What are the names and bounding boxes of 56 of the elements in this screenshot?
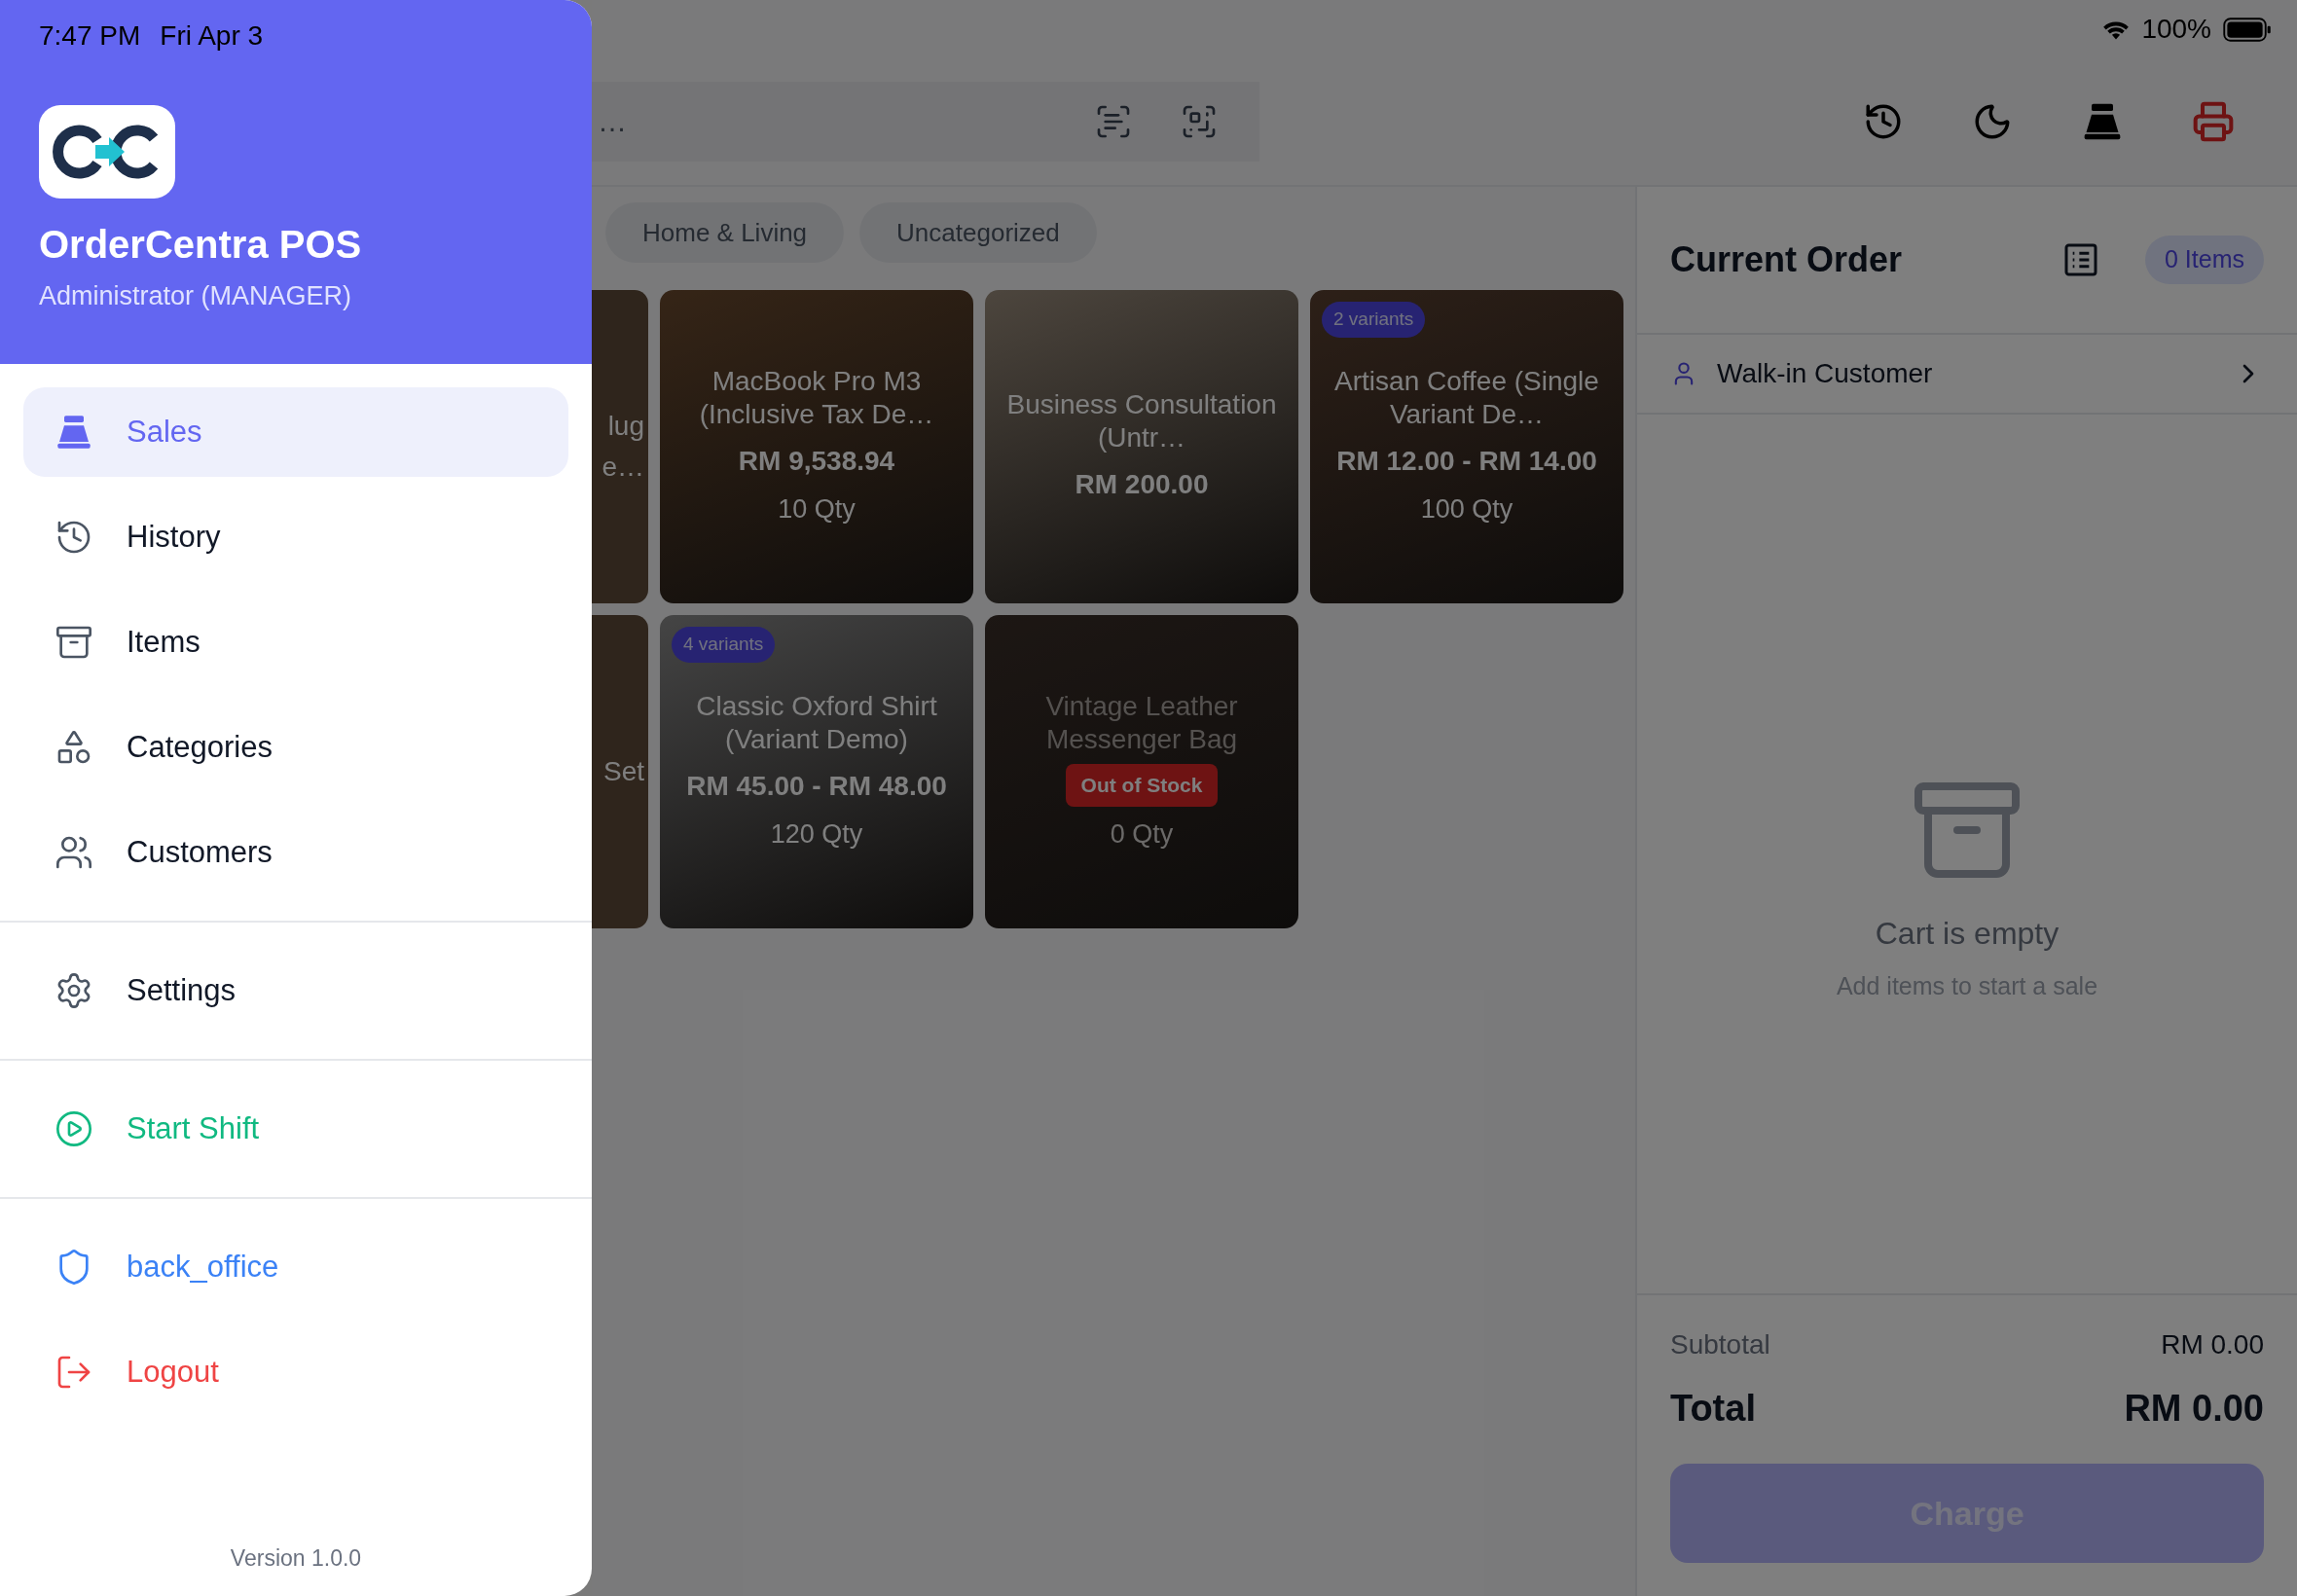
subtotal-label: Subtotal [1670,1328,1770,1361]
product-quantity: 0 Qty [1110,817,1174,851]
total-label: Total [1670,1387,1756,1431]
customer-selector[interactable]: Walk-in Customer [1637,335,2297,415]
product-name: lug [607,410,644,443]
product-price: RM 12.00 - RM 14.00 [1336,444,1597,478]
battery-icon [2223,17,2272,42]
product-name: e… [602,451,644,484]
nav-item[interactable]: Items [23,598,568,687]
product-price: RM 45.00 - RM 48.00 [686,769,947,803]
category-chip[interactable]: Uncategorized [859,202,1097,263]
app-name: OrderCentra POS [39,222,363,268]
product-name: MacBook Pro M3 (Inclusive Tax De… [698,364,935,431]
nav-item[interactable]: back_office [23,1222,568,1312]
play-circle-icon [55,1109,93,1148]
nav-item[interactable]: Categories [23,703,568,792]
product-quantity: 100 Qty [1420,492,1513,526]
cash-register-icon [55,413,93,452]
printer-icon[interactable] [2192,100,2235,143]
user-role: Administrator (MANAGER) [39,280,353,312]
status-date: Fri Apr 3 [160,19,264,53]
nav-item[interactable]: Settings [23,946,568,1035]
total-value: RM 0.00 [2124,1387,2264,1431]
nav-item[interactable]: History [23,492,568,582]
product-quantity: 120 Qty [770,817,863,851]
product-name: Classic Oxford Shirt (Variant Demo) [695,689,938,756]
empty-cart-title: Cart is empty [1875,914,2060,953]
variants-badge: 4 variants [672,627,776,663]
variants-badge: 2 variants [1322,302,1426,338]
battery-percent: 100% [2141,13,2211,46]
product-name: Artisan Coffee (Single Variant De… [1333,364,1600,431]
status-time: 7:47 PM [39,19,141,53]
product-quantity: 10 Qty [778,492,856,526]
category-chip[interactable]: Home & Living [605,202,845,263]
out-of-stock-badge: Out of Stock [1065,764,1219,807]
nav-item[interactable]: Logout [23,1327,568,1417]
product-card[interactable]: Set [592,615,648,928]
product-card[interactable]: Vintage Leather Messenger Bag Out of Stock 0 Qty [985,615,1298,928]
nav-item[interactable]: Customers [23,808,568,897]
product-price: RM 200.00 [1075,468,1209,501]
subtotal-value: RM 0.00 [2161,1328,2264,1361]
product-card[interactable]: lug e… [592,290,648,603]
product-card[interactable]: 4 variants Classic Oxford Shirt (Variant Demo) RM 45.00 - RM 48.00 120 Qty [660,615,973,928]
product-name: Vintage Leather Messenger Bag [1044,690,1239,756]
search-field[interactable]: … [592,82,1071,162]
product-price: RM 9,538.94 [738,444,895,478]
version-label: Version 1.0.0 [229,1543,363,1573]
order-title: Current Order [1670,238,1904,281]
product-name: Business Consultation (Untr… [1005,388,1278,454]
product-card[interactable]: 2 variants Artisan Coffee (Single Variant De… RM 12.00 - RM 14.00 100 Qty [1310,290,1623,603]
product-card[interactable]: Business Consultation (Untr… RM 200.00 [985,290,1298,603]
items-count-badge: 0 Items [2145,236,2264,284]
nav-item[interactable]: Start Shift [23,1084,568,1174]
product-card[interactable]: MacBook Pro M3 (Inclusive Tax De… RM 9,538.94 10 Qty [660,290,973,603]
nav-item[interactable]: Sales [23,387,568,477]
product-name: Set [602,755,644,788]
